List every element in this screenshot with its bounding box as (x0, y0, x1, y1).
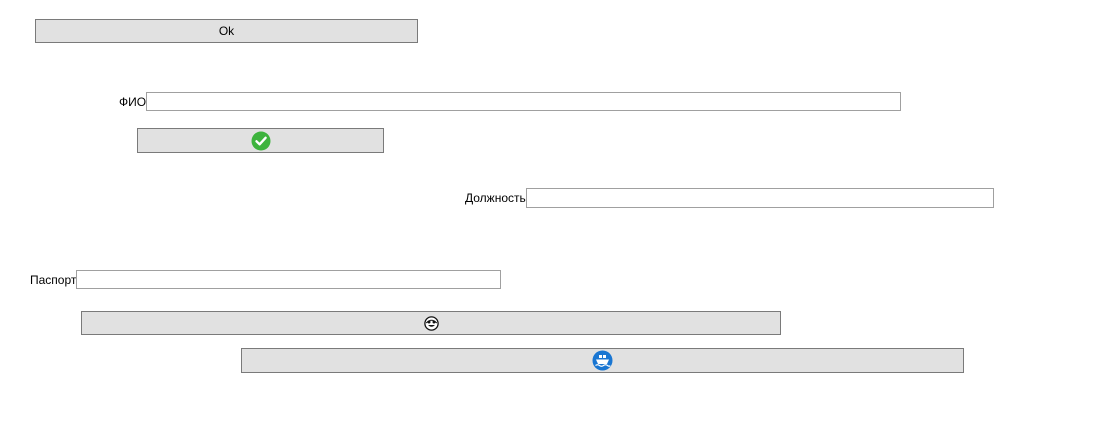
ok-button-label: Ok (218, 24, 235, 38)
confirm-button[interactable] (137, 128, 384, 153)
fio-label: ФИО (119, 95, 147, 109)
passport-input[interactable] (76, 270, 501, 289)
face-button[interactable] (81, 311, 781, 335)
position-input[interactable] (526, 188, 994, 208)
ship-icon (592, 350, 613, 371)
check-circle-icon (251, 131, 271, 151)
position-label: Должность (465, 191, 526, 205)
ship-button[interactable] (241, 348, 964, 373)
fio-input[interactable] (146, 92, 901, 111)
window-content: Ok ФИО Должность Паспорт (0, 0, 1105, 427)
ok-button[interactable]: Ok (35, 19, 418, 43)
smiley-face-icon (423, 315, 439, 331)
passport-label: Паспорт (30, 273, 77, 287)
